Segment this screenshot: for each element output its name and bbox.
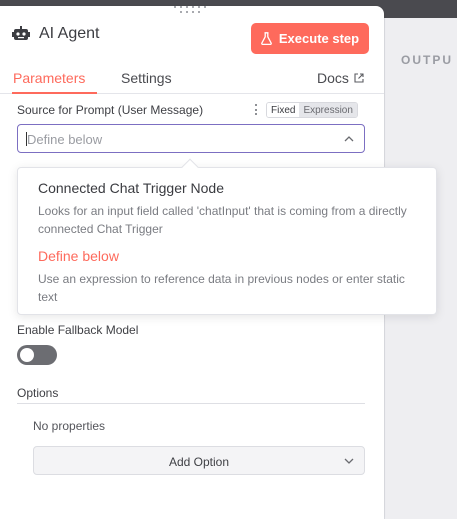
more-options-icon[interactable] (255, 104, 258, 115)
option-description: Use an expression to reference data in p… (38, 272, 405, 304)
execute-step-label: Execute step (278, 31, 360, 46)
add-option-label: Add Option (168, 455, 230, 469)
robot-icon (12, 26, 30, 40)
dropdown-option-define-below[interactable]: Define below Use an expression to refere… (38, 248, 418, 306)
chevron-up-icon (344, 136, 354, 142)
dropdown-option-chat-trigger[interactable]: Connected Chat Trigger Node Looks for an… (38, 180, 418, 238)
tab-docs-label: Docs (317, 70, 349, 86)
prompt-source-value: Define below (27, 132, 103, 147)
switch-knob (20, 348, 34, 362)
mode-fixed[interactable]: Fixed (267, 103, 300, 117)
add-option-select[interactable]: Add Option (33, 446, 365, 475)
fixed-expression-toggle[interactable]: Fixed Expression (266, 102, 358, 118)
execute-step-button[interactable]: Execute step (251, 23, 369, 54)
option-description: Looks for an input field called 'chatInp… (38, 204, 407, 236)
fallback-model-label: Enable Fallback Model (17, 323, 139, 337)
fallback-model-switch[interactable] (17, 345, 57, 365)
options-label: Options (17, 386, 59, 400)
mode-expression[interactable]: Expression (299, 103, 357, 117)
drag-handle-icon[interactable] (174, 6, 206, 14)
flask-icon (260, 32, 272, 45)
prompt-source-label: Source for Prompt (User Message) (17, 103, 204, 117)
option-title: Connected Chat Trigger Node (38, 180, 224, 196)
prompt-source-dropdown: Connected Chat Trigger Node Looks for an… (17, 158, 437, 315)
no-properties-text: No properties (33, 419, 106, 433)
node-title[interactable]: AI Agent (39, 25, 100, 43)
active-tab-indicator (12, 92, 97, 94)
panel-tabs: Parameters Settings Docs (0, 62, 384, 94)
tab-parameters[interactable]: Parameters (13, 70, 85, 86)
tab-docs[interactable]: Docs (317, 70, 364, 86)
chevron-down-icon (344, 458, 354, 464)
prompt-source-select[interactable]: Define below (17, 124, 365, 153)
options-divider (17, 403, 365, 404)
output-panel-label: OUTPU (401, 53, 453, 67)
external-link-icon (354, 73, 364, 83)
option-title: Define below (38, 248, 119, 264)
tab-settings[interactable]: Settings (121, 70, 172, 86)
